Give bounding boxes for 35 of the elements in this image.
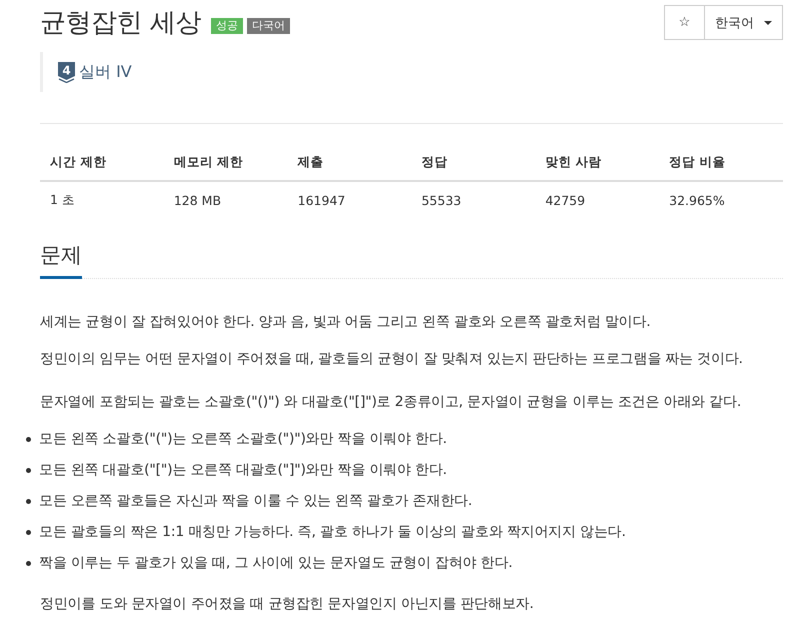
bullet-icon bbox=[26, 530, 31, 534]
caret-icon bbox=[764, 20, 772, 24]
language-dropdown[interactable]: 한국어 bbox=[704, 5, 783, 40]
section-heading: 문제 bbox=[40, 241, 82, 279]
status-tag: 다국어 bbox=[246, 18, 290, 34]
status-tag: 성공 bbox=[210, 18, 243, 34]
bullet-icon bbox=[26, 468, 31, 472]
list-item-text: 모든 왼쪽 대괄호("[")는 오른쪽 대괄호("]")와만 짝을 이뤄야 한다. bbox=[39, 461, 447, 480]
table-header-cell: 정답 비율 bbox=[659, 144, 783, 181]
bullet-icon bbox=[26, 560, 31, 566]
paragraph: 정민이를 도와 문자열이 주어졌을 때 균형잡힌 문자열인지 아닌지를 판단해보자. bbox=[40, 595, 535, 614]
table-header-cell: 시간 제한 bbox=[40, 144, 164, 181]
bullet-icon bbox=[26, 498, 31, 504]
paragraph: 문자열에 포함되는 괄호는 소괄호("()") 와 대괄호("[]")로 2종류이고, 문자열이 균형을 이루는 조건은 아래와 같다. bbox=[40, 393, 742, 412]
shield-icon: 4 bbox=[58, 62, 75, 82]
table-cell: 161947 bbox=[288, 181, 412, 218]
table-header-cell: 메모리 제한 bbox=[164, 144, 288, 181]
tier-label: 실버 IV bbox=[79, 61, 132, 83]
paragraph: 정민이의 임무는 어떤 문자열이 주어졌을 때, 괄호들의 균형이 잘 맞춰져 있는지 판단하는 프로그램을 짜는 것이다. bbox=[40, 350, 744, 369]
table-header-cell: 정답 bbox=[411, 144, 536, 181]
bullet-icon bbox=[26, 436, 31, 442]
list-item-text: 모든 오른쪽 괄호들은 자신과 짝을 이룰 수 있는 왼쪽 괄호가 존재한다. bbox=[39, 492, 472, 511]
table-cell: 32.965% bbox=[659, 181, 783, 218]
problem-title: 균형잡힌 세상 bbox=[40, 7, 201, 40]
table-cell: 42759 bbox=[535, 181, 660, 218]
list-item-text: 모든 왼쪽 소괄호("(")는 오른쪽 소괄호(")")와만 짝을 이뤄야 한다. bbox=[39, 430, 447, 449]
table-cell: 55533 bbox=[411, 181, 536, 218]
paragraph: 세계는 균형이 잘 잡혀있어야 한다. 양과 음, 빛과 어둠 그리고 왼쪽 괄호와 오른쪽 괄호처럼 말이다. bbox=[40, 313, 652, 332]
list-item-text: 짝을 이루는 두 괄호가 있을 때, 그 사이에 있는 문자열도 균형이 잡혀야 한다. bbox=[39, 554, 513, 573]
table-cell: 1 초 bbox=[40, 181, 164, 218]
table-header-cell: 제출 bbox=[288, 144, 412, 181]
favorite-button[interactable]: ☆ bbox=[664, 5, 704, 40]
table-cell: 128 MB bbox=[164, 181, 288, 218]
list-item-text: 모든 괄호들의 짝은 1:1 매칭만 가능하다. 즉, 괄호 하나가 둘 이상의 괄호와 짝지어지지 않는다. bbox=[39, 523, 626, 542]
table-header-cell: 맞힌 사람 bbox=[535, 144, 660, 181]
